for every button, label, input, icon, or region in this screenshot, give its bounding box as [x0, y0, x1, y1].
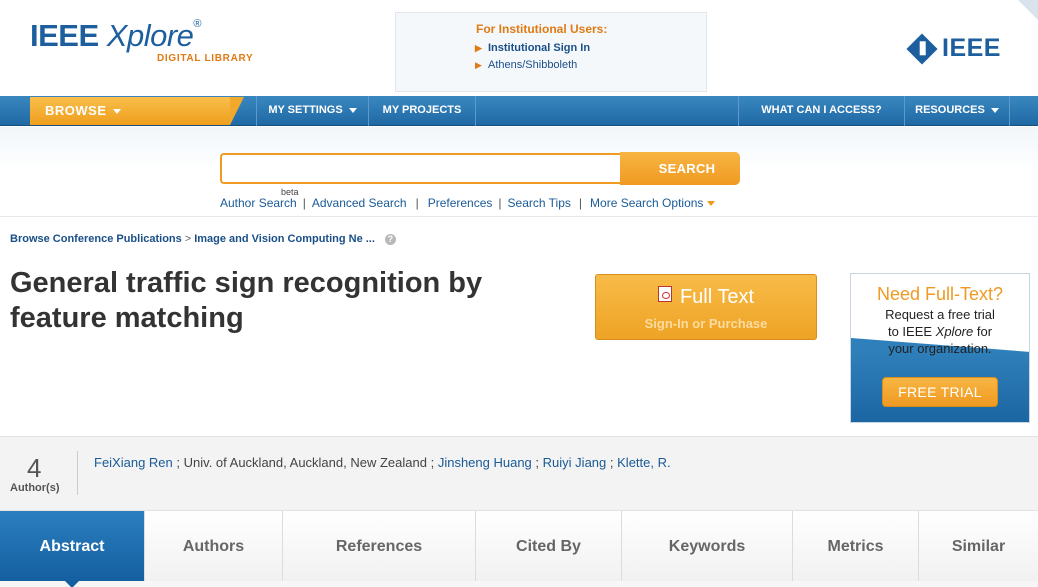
search-area: SEARCH beta Author Search | Advanced Searc… [0, 127, 1038, 217]
author-list: FeiXiang Ren ; Univ. of Auckland, Auckla… [94, 455, 671, 470]
document-tabs: Abstract Authors References Cited By Key… [0, 510, 1038, 587]
sign-in-or-purchase-label: Sign-In or Purchase [644, 316, 768, 331]
promo-text: Request a free trial to IEEE Xplore for … [885, 307, 995, 356]
author-count: 4 Author(s) [10, 453, 60, 494]
my-settings-menu[interactable]: MY SETTINGS [256, 96, 369, 126]
search-button[interactable]: SEARCH [620, 152, 740, 185]
author-search-link[interactable]: Author Search [220, 196, 297, 210]
author-link[interactable]: FeiXiang Ren [94, 455, 173, 470]
page-corner-fold [1018, 0, 1038, 20]
page: IEEE Xplore® DIGITAL LIBRARY For Institu… [0, 0, 1038, 587]
free-trial-promo: Need Full-Text? Request a free trial to … [850, 273, 1030, 423]
authors-strip: 4 Author(s) FeiXiang Ren ; Univ. of Auck… [0, 436, 1038, 510]
ieee-logo[interactable]: IEEE [906, 32, 1001, 65]
breadcrumb-conference[interactable]: Image and Vision Computing Ne ... [194, 233, 375, 245]
ieee-xplore-logo[interactable]: IEEE Xplore® DIGITAL LIBRARY [30, 18, 253, 64]
arrow-right-icon: ▶ [475, 60, 482, 70]
author-link[interactable]: Jinsheng Huang [438, 455, 532, 470]
breadcrumb: Browse Conference Publications > Image and… [10, 233, 396, 245]
caret-down-icon [707, 201, 716, 207]
arrow-right-icon: ▶ [475, 43, 482, 53]
promo-title: Need Full-Text? [876, 284, 1004, 304]
search-input[interactable] [220, 153, 640, 184]
author-affiliation: Univ. of Auckland, Auckland, New Zealand [183, 455, 427, 470]
breadcrumb-browse-conference[interactable]: Browse Conference Publications [10, 233, 182, 245]
help-icon[interactable]: ? [384, 233, 396, 245]
full-text-label: Full Text [596, 286, 816, 309]
resources-menu[interactable]: RESOURCES [905, 96, 1010, 126]
tab-keywords[interactable]: Keywords [622, 511, 793, 581]
what-can-i-access-link[interactable]: WHAT CAN I ACCESS? [738, 96, 905, 126]
institutional-sign-in-link[interactable]: ▶ Institutional Sign In [475, 42, 590, 54]
full-text-button[interactable]: Full Text Sign-In or Purchase [595, 274, 817, 340]
free-trial-button[interactable]: FREE TRIAL [882, 377, 998, 407]
tab-cited-by[interactable]: Cited By [476, 511, 622, 581]
tab-authors[interactable]: Authors [145, 511, 283, 581]
more-search-options-link[interactable]: More Search Options [590, 196, 716, 210]
ieee-diamond-icon [906, 32, 938, 65]
logo-text: IEEE Xplore® [30, 18, 201, 53]
tab-similar[interactable]: Similar [919, 511, 1038, 581]
caret-down-icon [112, 109, 121, 115]
logo-subtitle: DIGITAL LIBRARY [157, 53, 254, 64]
my-projects-link[interactable]: MY PROJECTS [369, 96, 476, 126]
browse-menu-button[interactable]: BROWSE [30, 97, 244, 125]
tab-references[interactable]: References [283, 511, 476, 581]
site-header: IEEE Xplore® DIGITAL LIBRARY For Institu… [0, 0, 1038, 96]
divider [77, 451, 78, 495]
institutional-title: For Institutional Users: [476, 22, 608, 36]
pdf-icon [657, 286, 672, 302]
preferences-link[interactable]: Preferences [428, 196, 493, 210]
author-link[interactable]: Klette, R. [617, 455, 670, 470]
institutional-users-box: For Institutional Users: ▶ Institutional … [395, 12, 707, 92]
caret-down-icon [348, 107, 357, 113]
caret-down-icon [990, 107, 999, 113]
document-title: General traffic sign recognition by feat… [10, 267, 483, 334]
main-nav: BROWSE MY SETTINGS MY PROJECTS WHAT CAN … [0, 96, 1038, 126]
tab-abstract[interactable]: Abstract [0, 511, 145, 587]
advanced-search-link[interactable]: Advanced Search [312, 196, 407, 210]
search-tips-link[interactable]: Search Tips [508, 196, 571, 210]
search-links: Author Search | Advanced Search | Preference… [220, 196, 716, 210]
tab-metrics[interactable]: Metrics [793, 511, 919, 581]
athens-shibboleth-link[interactable]: ▶ Athens/Shibboleth [475, 59, 577, 71]
ieee-wordmark: IEEE [942, 34, 1001, 62]
author-link[interactable]: Ruiyi Jiang [543, 455, 607, 470]
